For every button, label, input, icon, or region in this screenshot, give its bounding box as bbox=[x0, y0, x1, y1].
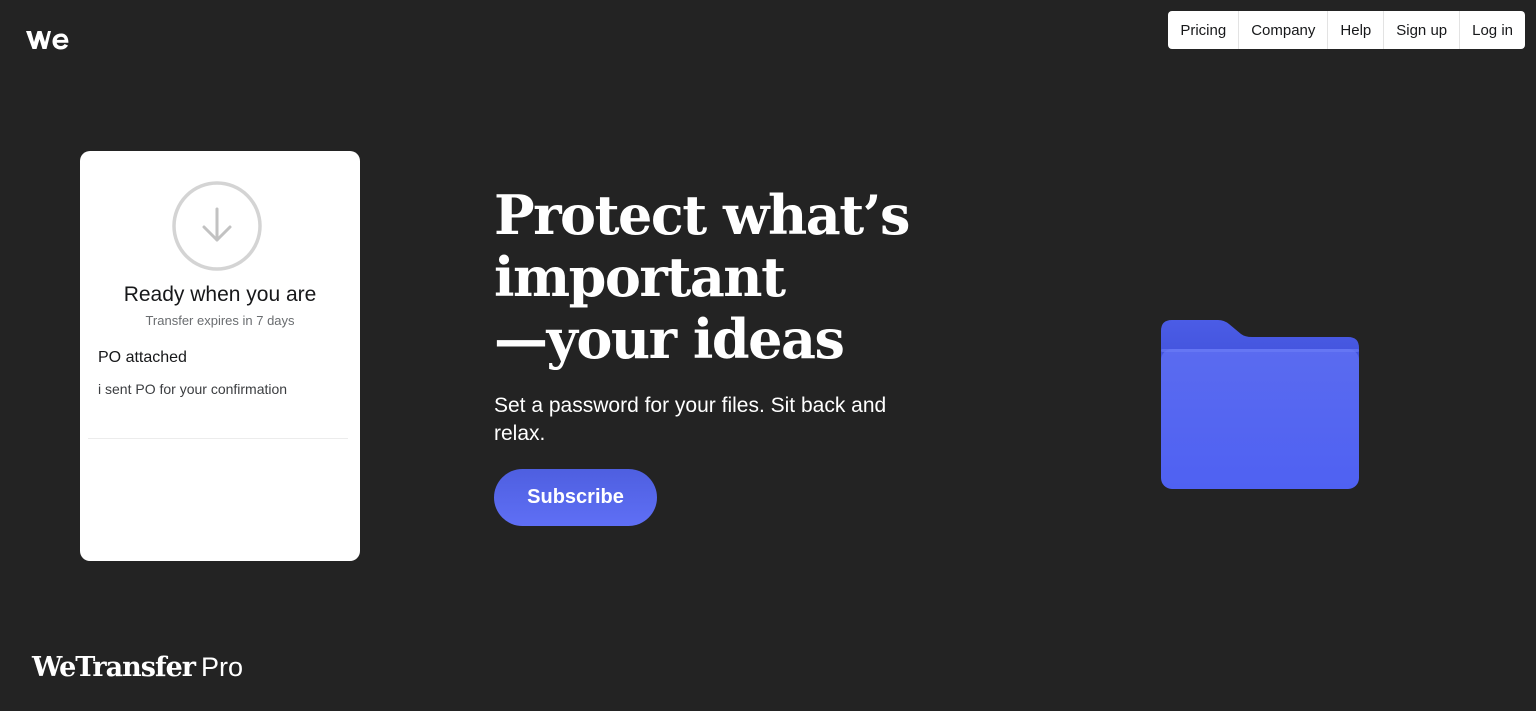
headline-line-1: Protect what’s bbox=[494, 183, 910, 247]
nav-sign-up[interactable]: Sign up bbox=[1383, 11, 1459, 49]
message-body: i sent PO for your confirmation bbox=[98, 381, 288, 397]
message-title: PO attached bbox=[98, 349, 187, 366]
download-arrow-circle-icon[interactable] bbox=[172, 181, 262, 271]
subscribe-button[interactable]: Subscribe bbox=[494, 469, 657, 526]
headline-line-3: —your ideas bbox=[494, 307, 845, 371]
hero-headline: Protect what’s important —your ideas bbox=[494, 184, 954, 370]
wetransfer-pro-brand[interactable]: WeTransfer Pro bbox=[32, 652, 243, 683]
headline-line-2: important bbox=[494, 245, 786, 309]
transfer-card: Ready when you are Transfer expires in 7… bbox=[80, 151, 360, 561]
brand-name: WeTransfer bbox=[32, 652, 196, 683]
nav-help[interactable]: Help bbox=[1327, 11, 1383, 49]
hero-subtext: Set a password for your files. Sit back … bbox=[494, 394, 887, 445]
nav-log-in[interactable]: Log in bbox=[1459, 11, 1525, 49]
transfer-expiry: Transfer expires in 7 days bbox=[145, 313, 295, 328]
nav-company[interactable]: Company bbox=[1238, 11, 1327, 49]
wetransfer-logo-icon[interactable] bbox=[24, 28, 70, 52]
brand-suffix: Pro bbox=[201, 652, 244, 682]
blue-folder-icon bbox=[1161, 320, 1359, 489]
card-title: Ready when you are bbox=[123, 283, 317, 306]
nav-pricing[interactable]: Pricing bbox=[1168, 11, 1238, 49]
card-divider bbox=[88, 438, 348, 439]
top-nav: Pricing Company Help Sign up Log in bbox=[1168, 11, 1525, 49]
